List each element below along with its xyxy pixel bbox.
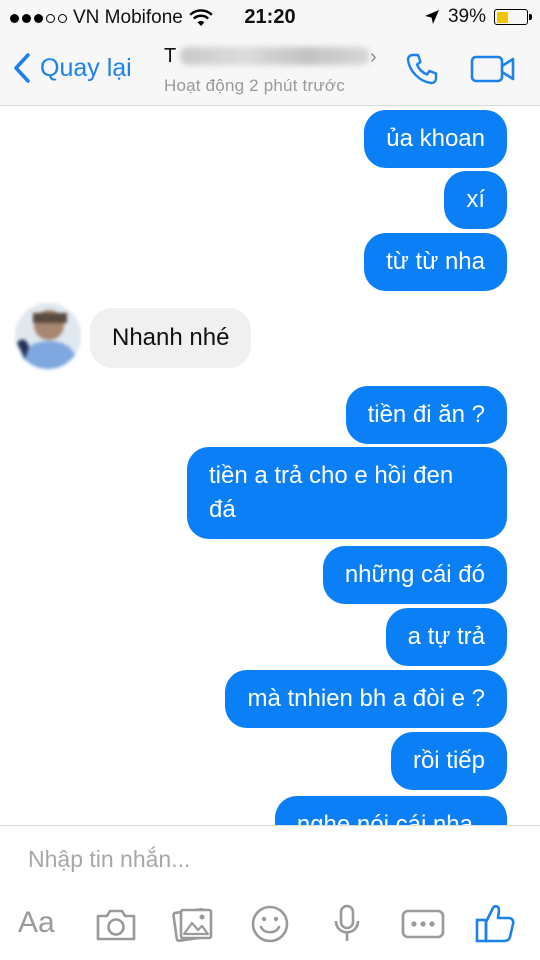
composer: Nhập tin nhắn... Aa — [0, 825, 540, 960]
message-bubble[interactable]: ủa khoan — [364, 110, 507, 168]
message-bubble[interactable]: a tự trả — [385, 608, 507, 666]
chat-header: Quay lại T › Hoạt động 2 phút trước — [0, 34, 540, 106]
battery-percent: 39% — [447, 6, 486, 27]
location-arrow-icon — [424, 10, 439, 24]
message-bubble[interactable]: những cái đó — [322, 546, 507, 604]
message-bubble[interactable]: nghe nói cái nha — [274, 796, 507, 825]
message-list[interactable]: ủa khoan xí từ từ nha Nhanh nhé tiền đi … — [0, 107, 540, 825]
back-chevron-icon — [14, 53, 30, 83]
contact-info[interactable]: T › Hoạt động 2 phút trước — [164, 42, 384, 96]
message-bubble[interactable]: xí — [444, 171, 507, 229]
text-format-button[interactable]: Aa — [18, 906, 55, 940]
contact-name: T — [164, 42, 384, 70]
status-bar: VN Mobifone 21:20 39% — [0, 0, 540, 34]
emoji-icon[interactable] — [248, 904, 292, 944]
message-bubble[interactable]: rồi tiếp — [390, 732, 507, 790]
battery-fill — [496, 11, 508, 23]
battery-icon — [494, 9, 532, 25]
chevron-right-icon: › — [370, 46, 377, 68]
message-input[interactable]: Nhập tin nhắn... — [28, 846, 190, 873]
message-bubble[interactable]: từ từ nha — [364, 233, 507, 291]
microphone-icon[interactable] — [325, 904, 369, 944]
message-bubble[interactable]: mà tnhien bh a đòi e ? — [225, 670, 507, 728]
avatar[interactable] — [15, 303, 81, 369]
camera-icon[interactable] — [94, 904, 138, 944]
more-icon[interactable] — [401, 904, 445, 944]
message-bubble[interactable]: tiền đi ăn ? — [345, 386, 507, 444]
status-right: 39% — [424, 6, 532, 28]
phone-icon[interactable] — [404, 51, 440, 87]
contact-name-blurred — [180, 47, 371, 65]
photo-gallery-icon[interactable] — [171, 904, 215, 944]
like-icon[interactable] — [474, 902, 516, 944]
video-camera-icon[interactable] — [470, 54, 516, 84]
message-bubble-incoming[interactable]: Nhanh nhé — [90, 308, 252, 368]
message-bubble[interactable]: tiền a trả cho e hồi đen đá — [187, 447, 507, 539]
activity-status: Hoạt động 2 phút trước — [164, 76, 345, 95]
back-button[interactable]: Quay lại — [12, 52, 132, 84]
contact-name-initial: T — [164, 44, 177, 67]
back-label: Quay lại — [40, 53, 132, 82]
